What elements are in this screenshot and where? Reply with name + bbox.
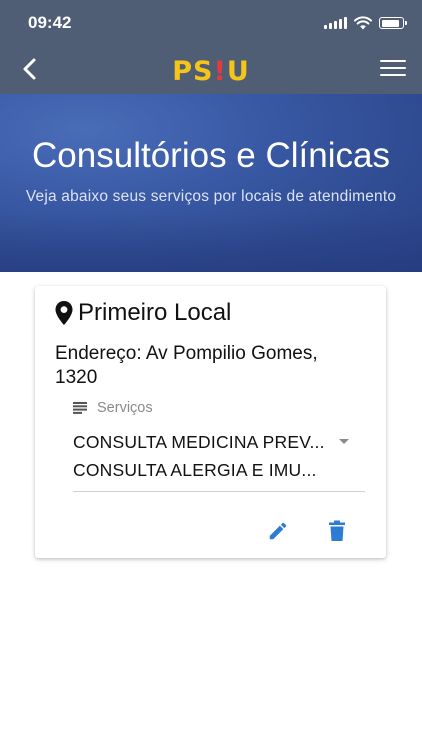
status-time: 09:42	[28, 13, 72, 32]
battery-icon	[379, 17, 407, 29]
logo-text-ps: PS	[172, 56, 214, 87]
header-banner: Consultórios e Clínicas Veja abaixo seus…	[0, 94, 422, 272]
list-icon	[73, 402, 87, 414]
top-bar: 09:42 PS!U	[0, 0, 422, 94]
services-label: Serviços	[73, 400, 153, 416]
service-item: CONSULTA MEDICINA PREV...	[73, 432, 325, 452]
page-title: Consultórios e Clínicas	[32, 136, 390, 175]
status-icons	[324, 15, 407, 31]
app-screen: 09:42 PS!U Consultórios e Clínicas Veja …	[0, 0, 422, 750]
logo-text-bang: !	[213, 56, 227, 87]
location-name: Primeiro Local	[78, 299, 232, 326]
services-label-text: Serviços	[97, 400, 153, 416]
location-address: Endereço: Av Pompilio Gomes, 1320	[55, 343, 318, 388]
menu-bar	[380, 74, 406, 76]
page-subtitle: Veja abaixo seus serviços por locais de …	[25, 188, 397, 205]
logo-text-u: U	[226, 56, 250, 87]
dropdown-arrow-icon	[339, 439, 349, 444]
edit-button[interactable]	[267, 520, 289, 542]
battery-level-fill	[381, 19, 399, 27]
location-pin-icon	[55, 301, 73, 325]
menu-bar	[380, 67, 406, 69]
signal-icon	[324, 17, 347, 29]
service-item: CONSULTA ALERGIA E IMU...	[73, 460, 317, 480]
hamburger-menu-button[interactable]	[380, 60, 408, 80]
services-select[interactable]: CONSULTA MEDICINA PREV... CONSULTA ALERG…	[73, 428, 365, 492]
delete-button[interactable]	[328, 520, 346, 542]
location-card: Primeiro Local Endereço: Av Pompilio Gom…	[35, 286, 386, 558]
location-title: Primeiro Local	[54, 298, 231, 328]
app-logo: PS!U	[0, 56, 422, 87]
menu-bar	[380, 60, 406, 62]
wifi-icon	[354, 16, 372, 30]
